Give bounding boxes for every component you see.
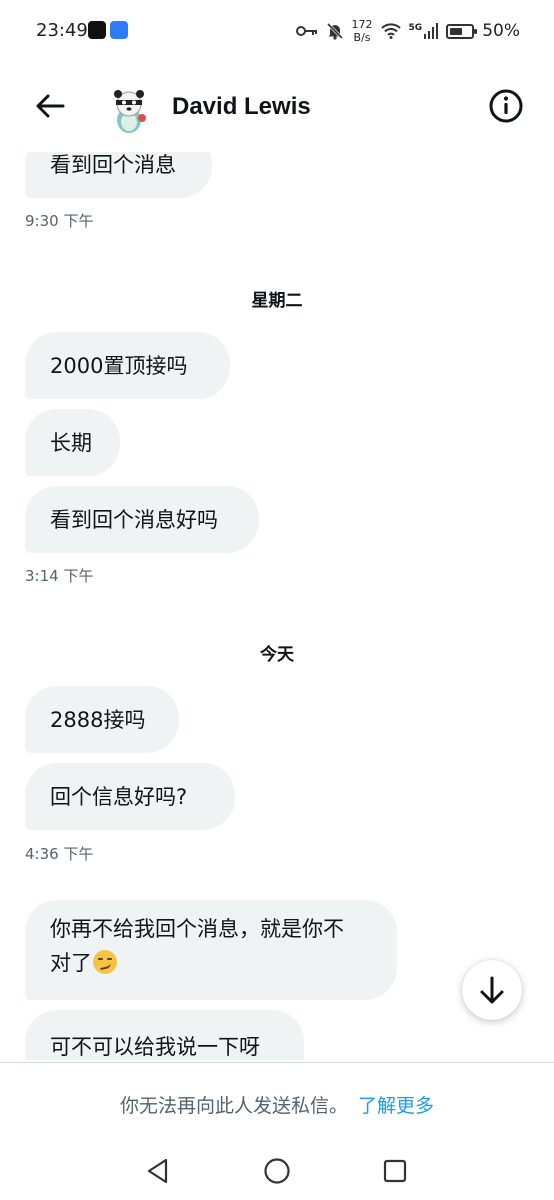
- chat-header: David Lewis: [0, 62, 554, 152]
- message-bubble[interactable]: 2888接吗: [25, 686, 179, 753]
- message-bubble[interactable]: 回个信息好吗?: [25, 763, 235, 830]
- battery-percent: 50%: [482, 21, 520, 41]
- nav-recents-button[interactable]: [380, 1156, 410, 1186]
- message-timestamp: 4:36 下午: [25, 845, 94, 863]
- smirk-emoji-icon: [93, 950, 117, 974]
- panda-avatar-icon: [104, 84, 154, 134]
- arrow-left-icon: [36, 94, 65, 118]
- nav-home-button[interactable]: [262, 1156, 292, 1186]
- learn-more-link[interactable]: 了解更多: [358, 1091, 434, 1118]
- arrow-down-icon: [480, 976, 504, 1004]
- nav-back-button[interactable]: [143, 1156, 173, 1186]
- message-text: 长期: [50, 430, 92, 455]
- message-bubble[interactable]: 看到回个消息好吗: [25, 486, 259, 553]
- app-notification-icon: [88, 21, 106, 39]
- message-timestamp: 9:30 下午: [25, 212, 94, 230]
- info-circle-icon: [489, 89, 523, 123]
- message-text: 可不可以给我说一下呀: [50, 1035, 260, 1059]
- message-bubble[interactable]: 2000置顶接吗: [25, 332, 230, 399]
- square-recents-icon: [383, 1159, 407, 1183]
- message-bubble[interactable]: 长期: [25, 409, 120, 476]
- avatar[interactable]: [104, 84, 154, 134]
- system-nav-bar: [0, 1146, 554, 1200]
- date-separator: 星期二: [251, 291, 303, 311]
- wifi-icon: [380, 23, 401, 39]
- message-text: 2888接吗: [50, 707, 146, 732]
- network-speed: 172 B/s: [352, 18, 373, 44]
- message-list[interactable]: 看到回个消息 9:30 下午 星期二 2000置顶接吗 长期 看到回个消息好吗 …: [0, 130, 554, 1060]
- contact-name[interactable]: David Lewis: [172, 93, 311, 121]
- message-text-line: 对了: [50, 951, 92, 975]
- network-speed-value: 172: [351, 18, 373, 31]
- back-button[interactable]: [30, 86, 70, 126]
- status-time: 23:49: [36, 20, 88, 41]
- signal-label: 5G: [408, 23, 423, 33]
- battery-icon: [446, 23, 478, 39]
- status-indicators: 172 B/s 5G 50%: [295, 16, 520, 46]
- message-text-line: 你再不给我回个消息，就是你不: [50, 917, 344, 941]
- circle-home-icon: [264, 1158, 290, 1184]
- notice-text: 你无法再向此人发送私信。: [119, 1095, 348, 1117]
- battery-fill: [450, 27, 463, 35]
- message-text: 2000置顶接吗: [50, 353, 188, 378]
- message-text: 看到回个消息好吗: [50, 507, 218, 532]
- app-notification-icon: [110, 21, 128, 39]
- date-separator: 今天: [260, 645, 294, 665]
- mute-bell-icon: [326, 22, 343, 40]
- network-speed-unit: B/s: [353, 31, 371, 44]
- message-timestamp: 3:14 下午: [25, 567, 94, 585]
- key-icon: [295, 26, 317, 36]
- cell-signal: 5G: [409, 23, 439, 39]
- dm-disabled-notice: 你无法再向此人发送私信。 了解更多: [0, 1062, 554, 1146]
- message-bubble[interactable]: 你再不给我回个消息，就是你不 对了: [25, 900, 397, 1000]
- scroll-to-bottom-button[interactable]: [462, 960, 522, 1020]
- triangle-back-icon: [147, 1158, 168, 1184]
- message-bubble[interactable]: 可不可以给我说一下呀: [25, 1010, 304, 1060]
- signal-bars-icon: [424, 23, 439, 39]
- status-bar: 23:49 172 B/s 5G 50%: [0, 0, 554, 62]
- message-text: 回个信息好吗?: [50, 784, 188, 809]
- info-button[interactable]: [488, 88, 524, 124]
